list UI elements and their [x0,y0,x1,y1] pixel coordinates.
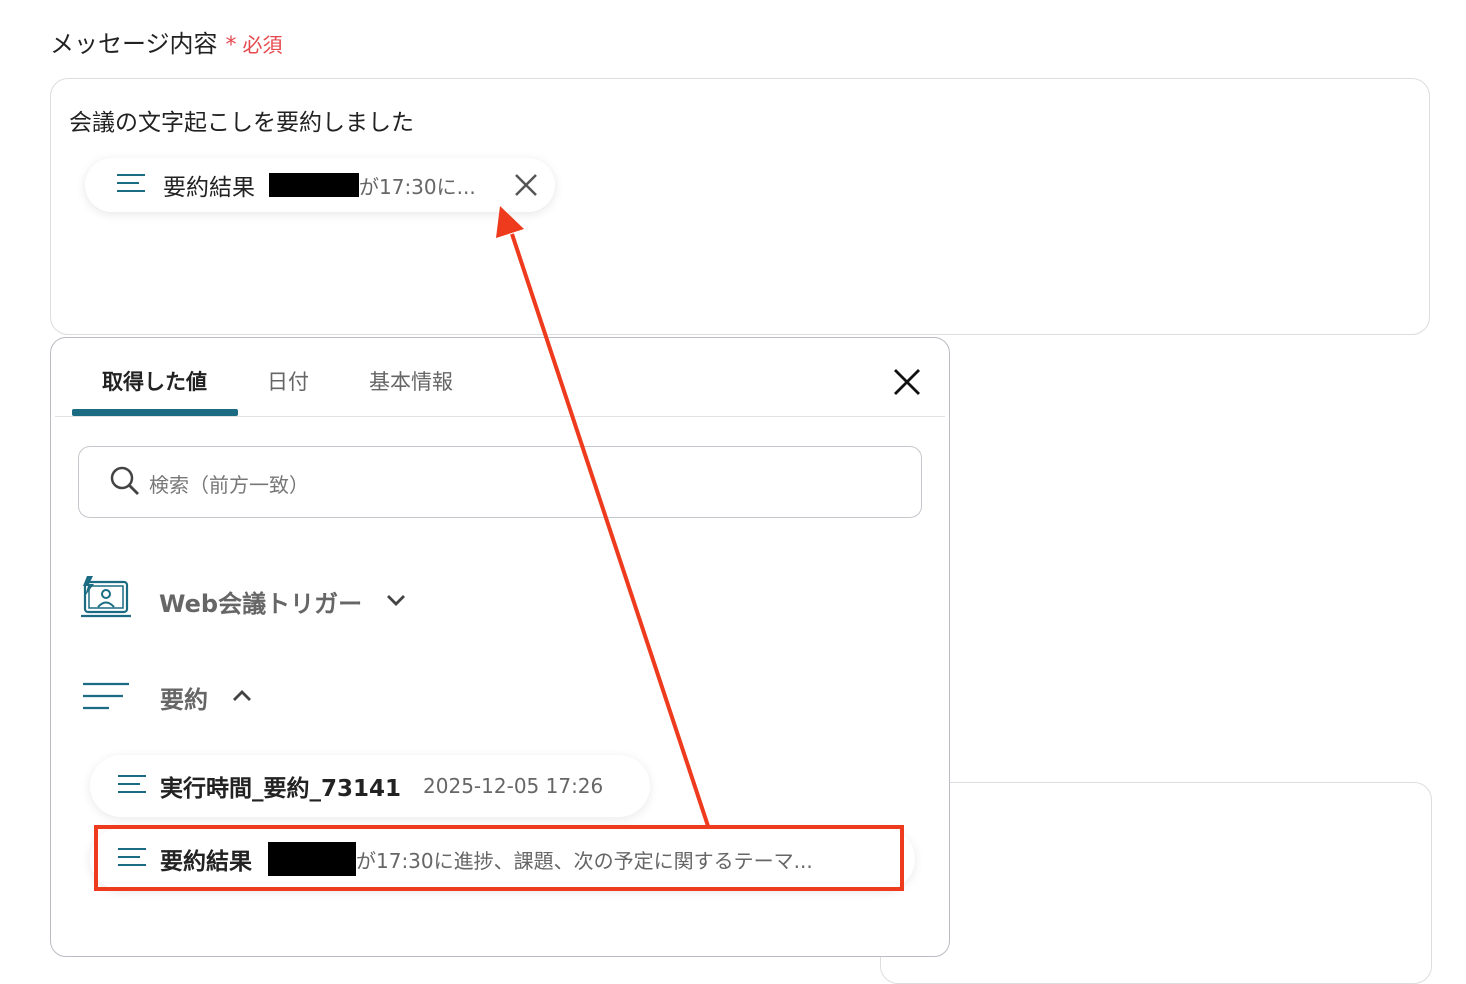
section-title: Web会議トリガー [159,589,363,618]
section-summary[interactable]: 要約 [83,680,252,715]
redacted-block [269,173,359,197]
item-title: 実行時間_要約_73141 [160,776,402,802]
chip-title: 要約結果 [163,175,255,201]
chevron-down-icon[interactable] [386,592,406,611]
field-label: メッセージ内容 * 必須 [50,24,283,59]
search-placeholder: 検索（前方一致） [149,473,309,497]
tab-basic-info[interactable]: 基本情報 [369,366,453,396]
section-title: 要約 [160,686,208,714]
required-star: * [225,33,237,58]
chip-remove-icon[interactable] [513,172,539,198]
variable-chip[interactable]: 要約結果 が17:30に... [85,158,555,212]
item-value: 2025-12-05 17:26 [423,774,604,798]
required-text: 必須 [242,33,283,57]
close-icon[interactable] [891,366,923,398]
field-label-text: メッセージ内容 [50,30,218,58]
next-field-box [880,782,1432,984]
search-icon [109,465,141,501]
tab-acquired-values[interactable]: 取得した値 [102,366,207,396]
section-web-meeting-trigger[interactable]: Web会議トリガー [81,576,406,626]
list-item-execution-time[interactable]: 実行時間_要約_73141 2025-12-05 17:26 [90,755,650,817]
lines-icon [83,681,129,715]
lines-icon [117,173,145,197]
message-editor[interactable]: 会議の文字起こしを要約しました 要約結果 が17:30に... [50,78,1430,335]
video-meeting-icon [81,576,133,626]
tab-date[interactable]: 日付 [267,366,309,396]
search-input[interactable]: 検索（前方一致） [78,446,922,518]
chevron-up-icon[interactable] [232,688,252,707]
message-text: 会議の文字起こしを要約しました [69,110,414,136]
tab-divider [55,416,945,417]
annotation-highlight-box [94,825,904,891]
active-tab-indicator [72,409,238,416]
tab-bar: 取得した値 日付 基本情報 [51,338,949,418]
chip-value: が17:30に... [359,174,476,199]
lines-icon [118,774,146,798]
